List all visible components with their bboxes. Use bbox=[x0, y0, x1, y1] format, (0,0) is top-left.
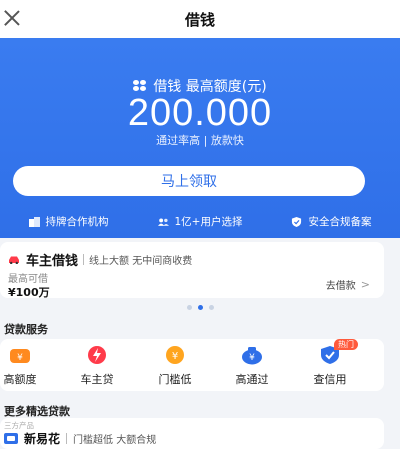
product-description: 门槛超低 大额合规 bbox=[73, 435, 157, 446]
service-car-loan[interactable]: 车主贷 bbox=[67, 343, 127, 389]
svg-text:¥: ¥ bbox=[17, 353, 23, 363]
product-name: 新易花 bbox=[24, 432, 61, 446]
credit-limit-amount: 200.000 bbox=[127, 92, 273, 134]
clover-logo-icon bbox=[133, 80, 147, 92]
car-loan-card[interactable]: 车主借钱 线上大额 无中间商收费 最高可借 ¥100万 去借款 > bbox=[0, 242, 384, 299]
divider bbox=[66, 433, 68, 444]
product-logo-icon bbox=[4, 433, 18, 444]
carousel-dot[interactable] bbox=[186, 305, 192, 310]
borrow-link[interactable]: 去借款 > bbox=[326, 277, 370, 292]
divider bbox=[83, 254, 85, 265]
hot-badge: 热门 bbox=[334, 339, 358, 350]
title-bar: 借钱 bbox=[0, 0, 400, 38]
carousel-dot[interactable] bbox=[208, 305, 214, 310]
car-icon bbox=[9, 256, 19, 264]
claim-button[interactable]: 马上领取 bbox=[13, 166, 365, 196]
coin-icon: ¥ bbox=[166, 346, 184, 364]
feature-label: 持牌合作机构 bbox=[45, 216, 109, 228]
car-loan-name: 车主借钱 bbox=[26, 254, 79, 269]
svg-text:¥: ¥ bbox=[172, 351, 178, 362]
car-loan-description: 线上大额 无中间商收费 bbox=[89, 256, 193, 267]
service-label: 高通过 bbox=[235, 373, 269, 386]
product-card[interactable]: 三方产品 新易花 门槛超低 大额合规 bbox=[0, 418, 384, 449]
close-icon[interactable] bbox=[2, 8, 22, 28]
service-label: 查信用 bbox=[313, 373, 347, 386]
money-pot-icon: ¥ bbox=[242, 347, 262, 365]
service-high-approval[interactable]: ¥ 高通过 bbox=[222, 343, 282, 389]
max-amount-label: 最高可借 bbox=[8, 274, 48, 285]
borrow-link-label: 去借款 bbox=[325, 281, 356, 292]
product-row: 新易花 门槛超低 大额合规 bbox=[4, 430, 156, 447]
building-icon bbox=[28, 216, 40, 227]
service-label: 门槛低 bbox=[158, 373, 192, 386]
feature-users: 1亿+用户选择 bbox=[157, 214, 243, 229]
service-label: 车主贷 bbox=[80, 373, 114, 386]
page-title: 借钱 bbox=[184, 10, 215, 29]
carousel-dot-active[interactable] bbox=[197, 305, 203, 310]
hero-banner: 借钱 最高额度(元) 200.000 通过率高 | 放款快 马上领取 持牌合作机… bbox=[0, 38, 400, 238]
service-high-limit[interactable]: ¥ 高额度 bbox=[0, 343, 50, 389]
carousel-indicator bbox=[0, 305, 400, 310]
feature-licensed: 持牌合作机构 bbox=[28, 214, 109, 229]
services-section-title: 贷款服务 bbox=[4, 323, 48, 336]
services-card: ¥ 高额度 车主贷 ¥ 门槛低 ¥ 高通过 热门 查信用 bbox=[0, 339, 384, 391]
feature-security: 安全合规备案 bbox=[291, 214, 371, 229]
feature-label: 安全合规备案 bbox=[308, 216, 372, 228]
feature-label: 1亿+用户选择 bbox=[174, 216, 243, 228]
service-low-threshold[interactable]: ¥ 门槛低 bbox=[145, 343, 205, 389]
service-label: 高额度 bbox=[3, 373, 37, 386]
chevron-right-icon: > bbox=[360, 278, 370, 291]
feature-list: 持牌合作机构 1亿+用户选择 安全合规备案 bbox=[0, 214, 400, 229]
hero-subtitle: 通过率高 | 放款快 bbox=[156, 134, 244, 147]
max-amount-value: ¥100万 bbox=[8, 286, 50, 299]
lightning-icon bbox=[88, 346, 106, 364]
shield-check-icon bbox=[292, 216, 302, 227]
svg-text:¥: ¥ bbox=[249, 353, 255, 363]
car-loan-header: 车主借钱 线上大额 无中间商收费 bbox=[8, 250, 192, 269]
users-icon bbox=[157, 217, 169, 226]
money-bag-icon: ¥ bbox=[10, 349, 30, 363]
service-credit-check[interactable]: 热门 查信用 bbox=[300, 339, 360, 389]
more-loans-section-title: 更多精选贷款 bbox=[4, 405, 70, 418]
